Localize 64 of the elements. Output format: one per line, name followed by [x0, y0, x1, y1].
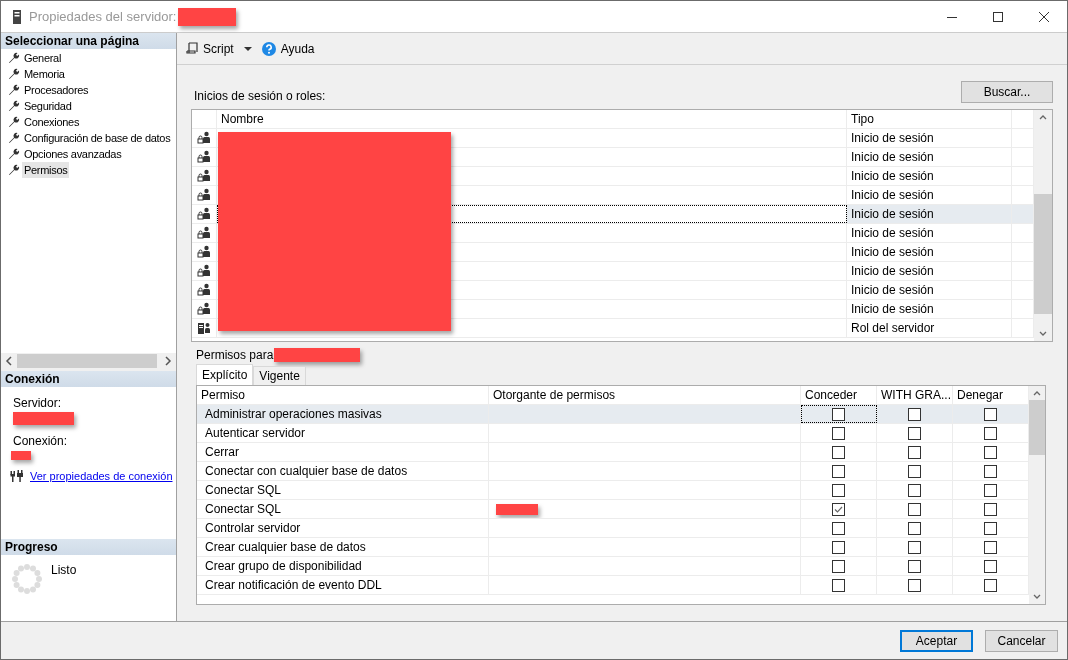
row-highlight[interactable]: Inicio de sesión: [847, 205, 1034, 223]
table-cell: Inicio de sesión: [851, 150, 934, 164]
table-cell: Controlar servidor: [205, 521, 301, 535]
table-cell: Inicio de sesión: [851, 226, 934, 240]
table-row[interactable]: Controlar servidor: [197, 519, 1029, 538]
table-row[interactable]: Cerrar: [197, 443, 1029, 462]
tab[interactable]: Explícito: [196, 364, 254, 385]
dialog-button[interactable]: Cancelar: [985, 629, 1058, 652]
table-cell: Conectar SQL: [205, 483, 282, 497]
dialog-button[interactable]: Aceptar: [900, 629, 973, 652]
script-button[interactable]: Script: [184, 39, 236, 58]
table-cell: Inicio de sesión: [851, 188, 934, 202]
column-header: Tipo: [851, 112, 874, 126]
table-row[interactable]: Crear cualquier base de datos: [197, 538, 1029, 557]
table-row[interactable]: Crear grupo de disponibilidad: [197, 557, 1029, 576]
table-cell: Inicio de sesión: [851, 245, 934, 259]
window-title: Propiedades del servidor:: [29, 9, 177, 24]
table-cell: Conectar con cualquier base de datos: [205, 464, 408, 478]
page-item[interactable]: Configuración de base de datos: [22, 130, 173, 146]
table-row[interactable]: Conectar SQL: [197, 481, 1029, 500]
table-cell: Inicio de sesión: [851, 264, 934, 278]
connection-properties-link[interactable]: Ver propiedades de conexión: [30, 470, 173, 482]
table-cell: Inicio de sesión: [851, 207, 934, 221]
column-header: Denegar: [957, 388, 1004, 402]
section-header: Conexión: [1, 371, 176, 387]
column-header: Nombre: [221, 112, 264, 126]
table-cell: Inicio de sesión: [851, 283, 934, 297]
table-cell: Rol del servidor: [851, 321, 935, 335]
table-cell: Crear cualquier base de datos: [205, 540, 366, 554]
column-header: Conceder: [805, 388, 858, 402]
page-item[interactable]: Opciones avanzadas: [22, 146, 124, 162]
page-item[interactable]: Conexiones: [22, 114, 82, 130]
table-cell: Crear notificación de evento DDL: [205, 578, 382, 592]
table-cell: Autenticar servidor: [205, 426, 306, 440]
connection-label: Conexión:: [13, 434, 68, 448]
page-item[interactable]: Memoria: [22, 66, 67, 82]
logins-label: Inicios de sesión o roles:: [194, 89, 326, 103]
page-item[interactable]: Seguridad: [22, 98, 74, 114]
table-cell: Conectar SQL: [205, 502, 282, 516]
section-header: Seleccionar una página: [1, 33, 176, 49]
progress-status: Listo: [51, 563, 77, 579]
table-row[interactable]: Conectar SQL: [197, 500, 1029, 519]
help-button[interactable]: Ayuda: [259, 39, 317, 58]
table-row[interactable]: Autenticar servidor: [197, 424, 1029, 443]
tab[interactable]: Vigente: [253, 366, 306, 385]
column-header: Permiso: [201, 388, 245, 402]
page-item[interactable]: Permisos: [22, 162, 70, 178]
search-button[interactable]: Buscar...: [961, 81, 1053, 103]
server-label: Servidor:: [13, 396, 62, 410]
table-cell: Administrar operaciones masivas: [205, 407, 382, 421]
column-header: WITH GRA...: [881, 388, 951, 402]
table-row[interactable]: Crear notificación de evento DDL: [197, 576, 1029, 595]
section-header: Progreso: [1, 539, 176, 555]
permissions-label: Permisos para: [196, 348, 274, 362]
table-cell: Inicio de sesión: [851, 131, 934, 145]
table-cell: Crear grupo de disponibilidad: [205, 559, 362, 573]
page-item[interactable]: General: [22, 50, 64, 66]
table-row[interactable]: Conectar con cualquier base de datos: [197, 462, 1029, 481]
column-header: Otorgante de permisos: [493, 388, 616, 402]
table-row[interactable]: Administrar operaciones masivas: [197, 405, 1029, 424]
table-cell: Inicio de sesión: [851, 302, 934, 316]
table-cell: Inicio de sesión: [851, 169, 934, 183]
table-cell: Cerrar: [205, 445, 239, 459]
page-item[interactable]: Procesadores: [22, 82, 91, 98]
